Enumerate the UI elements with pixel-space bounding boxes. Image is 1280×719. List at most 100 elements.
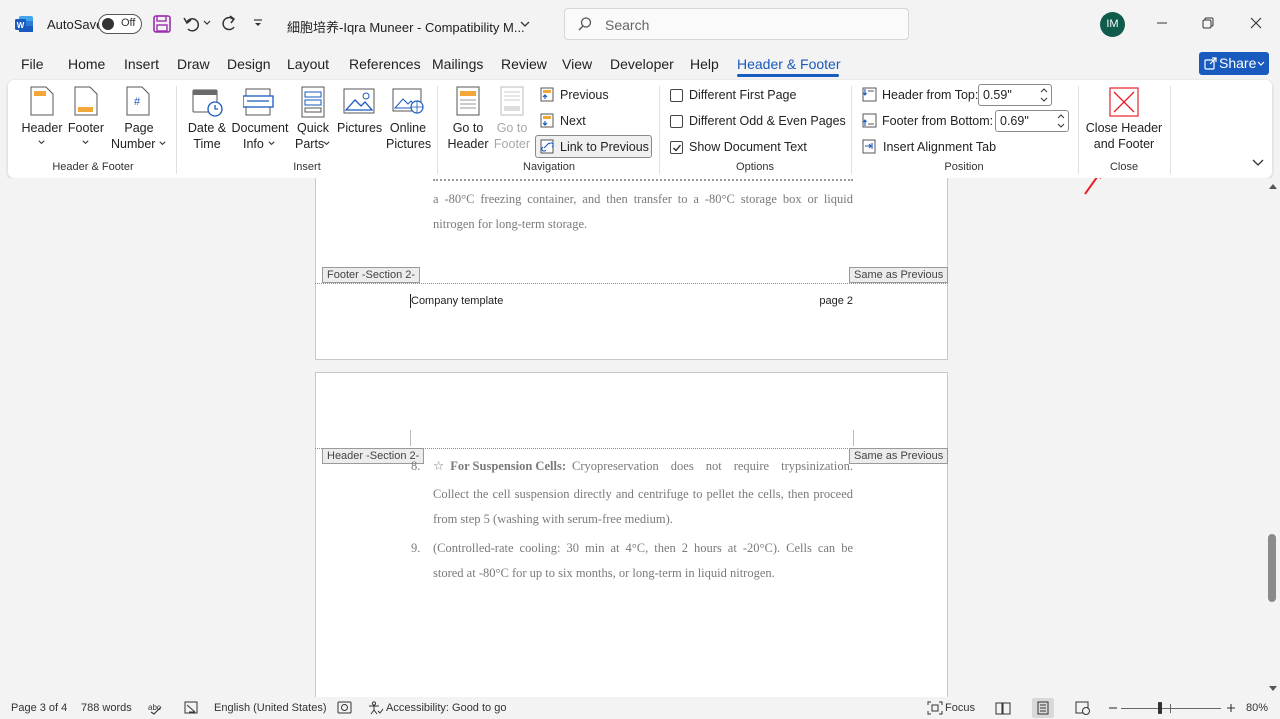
svg-text:#: #	[134, 96, 141, 108]
header-from-top-input[interactable]: 0.59"	[978, 84, 1052, 106]
customize-toolbar-icon[interactable]	[252, 18, 264, 30]
online-pictures-icon	[392, 88, 424, 116]
different-odd-even-label: Different Odd & Even Pages	[689, 114, 846, 128]
date-time-label-2: Time	[193, 137, 221, 151]
go-to-header-label-2: Header	[447, 137, 489, 151]
minimize-icon[interactable]	[1155, 16, 1169, 30]
vertical-scrollbar[interactable]	[1266, 178, 1280, 697]
previous-button[interactable]: Previous	[540, 87, 609, 102]
header-from-top-control: Header from Top:	[862, 87, 978, 102]
read-mode-icon[interactable]	[995, 701, 1011, 715]
proofing-icon[interactable]: abc	[148, 701, 164, 715]
page-number-icon: #	[126, 86, 150, 116]
save-icon[interactable]	[152, 14, 172, 34]
close-header-footer-button[interactable]: Close Header and Footer	[1084, 86, 1164, 158]
different-odd-even-checkbox[interactable]: Different Odd & Even Pages	[670, 114, 846, 128]
header-position-icon	[862, 87, 877, 102]
tab-draw[interactable]: Draw	[177, 56, 210, 72]
zoom-in-icon[interactable]	[1225, 702, 1237, 714]
tab-help[interactable]: Help	[690, 56, 719, 72]
scroll-up-arrow-icon[interactable]	[1268, 182, 1278, 190]
footer-left-text[interactable]: Company template	[411, 295, 503, 307]
footer-from-bottom-label: Footer from Bottom:	[882, 113, 994, 128]
print-layout-button[interactable]	[1032, 698, 1054, 718]
title-chevron-down-icon[interactable]	[519, 18, 531, 30]
ribbon-collapse-chevron-icon[interactable]	[1251, 157, 1265, 169]
autosave-toggle[interactable]: Off	[98, 14, 142, 34]
spinner-arrows-icon[interactable]	[1039, 86, 1049, 104]
footer-boundary-line	[315, 283, 948, 284]
focus-icon[interactable]	[927, 701, 943, 715]
tab-mailings[interactable]: Mailings	[432, 56, 483, 72]
next-button[interactable]: Next	[540, 113, 586, 128]
margin-corner-mark	[853, 430, 854, 446]
go-to-footer-label-1: Go to	[496, 121, 528, 135]
tab-file[interactable]: File	[21, 56, 44, 72]
same-as-previous-tag: Same as Previous	[849, 448, 949, 464]
tab-insert[interactable]: Insert	[124, 56, 159, 72]
language[interactable]: English (United States)	[214, 702, 327, 714]
show-document-text-checkbox[interactable]: Show Document Text	[670, 140, 807, 154]
header-button[interactable]: Header	[18, 86, 66, 158]
link-to-previous-button[interactable]: Link to Previous	[535, 135, 652, 158]
checkbox-unchecked[interactable]	[670, 88, 683, 102]
page-number-button[interactable]: # Page Number	[108, 86, 170, 158]
scroll-down-arrow-icon[interactable]	[1268, 685, 1278, 693]
redo-icon[interactable]	[219, 14, 239, 34]
tab-review[interactable]: Review	[501, 56, 547, 72]
document-title[interactable]: 細胞培养-Iqra Muneer - Compatibility M...	[287, 17, 525, 36]
tab-header-footer[interactable]: Header & Footer	[737, 56, 841, 72]
link-icon	[540, 139, 555, 154]
search-box[interactable]: Search	[564, 8, 909, 40]
zoom-slider-track[interactable]	[1121, 708, 1221, 709]
tab-references[interactable]: References	[349, 56, 421, 72]
group-label-position: Position	[944, 161, 984, 173]
go-to-header-button[interactable]: Go to Header	[446, 86, 490, 158]
online-pictures-button[interactable]: Online Pictures	[386, 86, 431, 158]
checkbox-unchecked[interactable]	[670, 114, 683, 128]
tab-home[interactable]: Home	[68, 56, 105, 72]
tab-layout[interactable]: Layout	[287, 56, 329, 72]
insert-alignment-tab-button[interactable]: Insert Alignment Tab	[862, 139, 996, 154]
page-number-label-1: Page	[124, 121, 154, 135]
scrollbar-thumb[interactable]	[1268, 534, 1276, 602]
web-layout-icon[interactable]	[1075, 701, 1091, 715]
zoom-out-icon[interactable]	[1107, 702, 1119, 714]
page-2[interactable]	[315, 372, 948, 697]
zoom-level[interactable]: 80%	[1246, 702, 1268, 714]
document-canvas[interactable]: a -80°C freezing container, and then tra…	[0, 178, 1266, 697]
footer-page-number[interactable]: page 2	[780, 295, 853, 307]
text-predictions-icon[interactable]	[184, 701, 200, 715]
quick-parts-button[interactable]: Quick Parts	[292, 86, 334, 158]
avatar[interactable]: IM	[1100, 12, 1125, 37]
tab-view[interactable]: View	[562, 56, 592, 72]
footer-from-bottom-input[interactable]: 0.69"	[995, 110, 1069, 132]
date-time-button[interactable]: Date & Time	[184, 86, 230, 158]
accessibility-icon[interactable]	[368, 701, 384, 715]
undo-icon[interactable]	[182, 14, 202, 34]
document-info-button[interactable]: Document Info	[231, 86, 289, 158]
spinner-arrows-icon[interactable]	[1056, 112, 1066, 130]
accessibility-status[interactable]: Accessibility: Good to go	[386, 702, 506, 714]
undo-dropdown-chevron-icon[interactable]	[202, 18, 212, 28]
zoom-slider-thumb[interactable]	[1157, 702, 1162, 714]
clipped-text-line	[433, 178, 853, 186]
checkbox-checked[interactable]	[670, 140, 683, 154]
different-first-page-checkbox[interactable]: Different First Page	[670, 88, 796, 102]
ribbon-separator	[1170, 86, 1171, 174]
footer-button[interactable]: Footer	[64, 86, 108, 158]
share-button[interactable]: Share	[1199, 52, 1269, 75]
macro-recording-icon[interactable]	[337, 701, 353, 715]
tab-developer[interactable]: Developer	[610, 56, 674, 72]
tab-design[interactable]: Design	[227, 56, 271, 72]
close-window-icon[interactable]	[1249, 16, 1263, 30]
pictures-button[interactable]: Pictures	[337, 86, 382, 158]
focus-label[interactable]: Focus	[945, 702, 975, 714]
footer-position-icon	[862, 113, 877, 128]
word-count[interactable]: 788 words	[81, 702, 132, 714]
group-label-options: Options	[736, 161, 774, 173]
page-count[interactable]: Page 3 of 4	[11, 702, 67, 714]
restore-icon[interactable]	[1201, 16, 1215, 30]
body-line: (Controlled-rate cooling: 30 min at 4°C,…	[433, 541, 853, 555]
footer-from-bottom-control: Footer from Bottom:	[862, 113, 993, 128]
